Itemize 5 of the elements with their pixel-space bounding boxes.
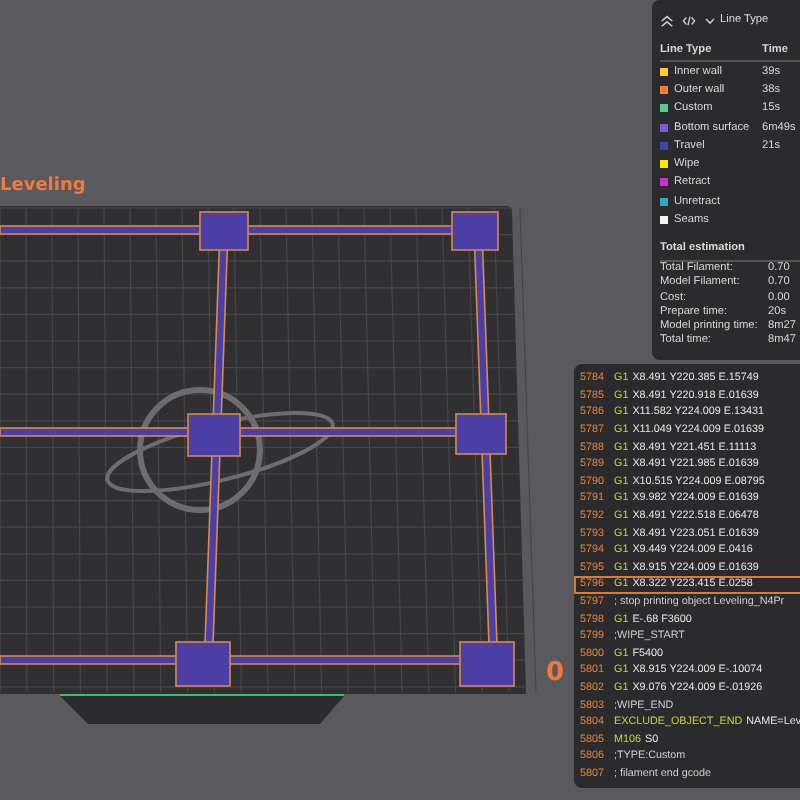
collapse-icon[interactable] — [660, 13, 674, 27]
layer-number: 0 — [546, 658, 565, 688]
object-label: Leveling — [0, 176, 86, 196]
code-icon[interactable] — [682, 13, 696, 27]
caret-icon — [704, 15, 716, 25]
